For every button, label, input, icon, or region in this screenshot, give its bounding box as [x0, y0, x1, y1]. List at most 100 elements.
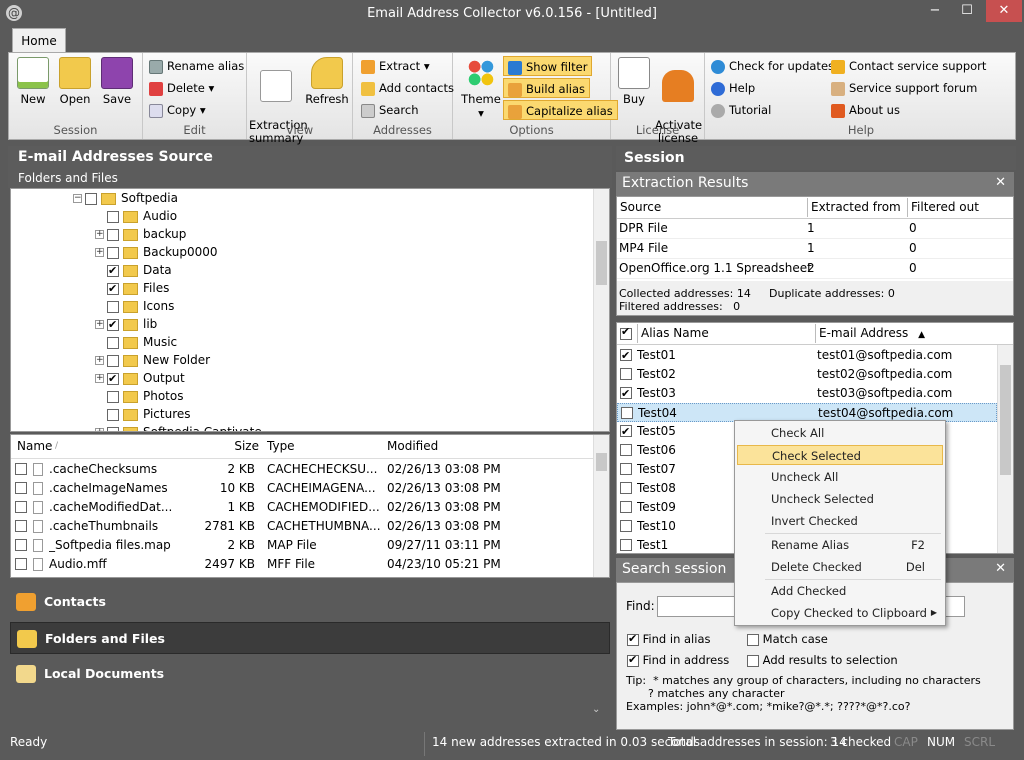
alias-checkbox[interactable] — [620, 501, 632, 513]
find-in-alias-option[interactable]: Find in alias — [627, 631, 711, 647]
tree-item[interactable]: + lib — [95, 315, 157, 334]
menu-invert-checked[interactable]: Invert Checked — [737, 511, 943, 531]
alias-checkbox[interactable] — [620, 422, 632, 441]
alias-checkbox[interactable] — [620, 539, 632, 551]
expander-icon[interactable]: + — [95, 248, 104, 257]
find-in-address-checkbox[interactable] — [627, 652, 639, 668]
theme-button[interactable]: Theme ▾ — [461, 57, 501, 120]
folder-tree[interactable]: − Softpedia Audio + backup + Backup0000 Data Fil… — [10, 188, 610, 432]
alias-checkbox[interactable] — [620, 463, 632, 475]
tree-checkbox[interactable] — [107, 316, 119, 334]
file-row[interactable]: _Softpedia files.map 2 KB MAP File 09/27/11… — [11, 536, 595, 555]
alias-scrollbar[interactable] — [997, 345, 1013, 553]
expander-icon[interactable]: + — [95, 230, 104, 239]
menu-uncheck-selected[interactable]: Uncheck Selected — [737, 489, 943, 509]
chevron-down-icon[interactable]: ⌄ — [592, 704, 600, 715]
file-checkbox[interactable] — [15, 539, 27, 551]
tree-checkbox[interactable] — [107, 426, 119, 431]
file-checkbox[interactable] — [15, 501, 27, 513]
tutorial-button[interactable]: Tutorial — [711, 100, 771, 120]
file-list[interactable]: Name / Size Type Modified .cacheChecksum… — [10, 434, 610, 578]
tree-item[interactable]: + Output — [95, 369, 185, 388]
file-row[interactable]: Audio.mff 2497 KB MFF File 04/23/10 05:21 P… — [11, 555, 595, 574]
file-row[interactable]: .cacheImageNames 10 KB CACHEIMAGENA... 02/2… — [11, 479, 595, 498]
alias-checkbox[interactable] — [620, 346, 632, 365]
buy-button[interactable]: Buy — [617, 57, 651, 106]
search-button[interactable]: Search — [361, 100, 419, 120]
delete-button[interactable]: Delete ▾ — [149, 78, 214, 98]
menu-uncheck-all[interactable]: Uncheck All — [737, 467, 943, 487]
column-modified[interactable]: Modified — [387, 437, 438, 456]
tab-home[interactable]: Home — [12, 28, 66, 53]
expander-icon[interactable]: + — [95, 356, 104, 365]
capitalize-alias-toggle[interactable]: Capitalize alias — [503, 100, 618, 120]
column-alias-name[interactable]: Alias Name — [637, 324, 709, 343]
help-button[interactable]: Help — [711, 78, 755, 98]
tree-item[interactable]: + New Folder — [95, 351, 210, 369]
file-checkbox[interactable] — [15, 463, 27, 475]
column-size[interactable]: Size — [201, 437, 259, 456]
nav-contacts[interactable]: Contacts — [10, 586, 610, 618]
tree-item[interactable]: Photos — [95, 387, 183, 405]
menu-check-all[interactable]: Check All — [737, 423, 943, 443]
column-email-address[interactable]: E-mail Address ▲ — [815, 324, 995, 343]
about-button[interactable]: About us — [831, 100, 900, 120]
tree-checkbox[interactable] — [107, 262, 119, 280]
menu-rename-alias[interactable]: Rename Alias F2 — [737, 535, 943, 555]
tree-checkbox[interactable] — [107, 228, 119, 241]
copy-button[interactable]: Copy ▾ — [149, 100, 206, 120]
show-filter-toggle[interactable]: Show filter — [503, 56, 593, 76]
expander-icon[interactable]: + — [95, 320, 104, 329]
column-filtered-out[interactable]: Filtered out — [907, 198, 979, 217]
tree-item[interactable]: Music — [95, 333, 177, 351]
match-case-option[interactable]: Match case — [747, 631, 828, 647]
tree-item[interactable]: Audio — [95, 207, 177, 225]
tree-item[interactable]: + Softpedia Captivate — [95, 423, 262, 431]
tree-item[interactable]: + backup — [95, 225, 186, 243]
refresh-button[interactable]: Refresh — [305, 57, 349, 106]
nav-local-documents[interactable]: Local Documents — [10, 658, 610, 690]
match-case-checkbox[interactable] — [747, 633, 759, 646]
file-checkbox[interactable] — [15, 520, 27, 532]
find-in-address-option[interactable]: Find in address — [627, 652, 729, 668]
close-icon[interactable]: ✕ — [995, 561, 1006, 576]
save-button[interactable]: Save — [99, 57, 135, 106]
column-name[interactable]: Name — [17, 437, 52, 456]
contact-support-button[interactable]: Contact service support — [831, 56, 986, 76]
rename-alias-button[interactable]: Rename alias — [149, 56, 244, 76]
alias-checkbox[interactable] — [620, 444, 632, 456]
file-list-scrollbar[interactable] — [593, 435, 609, 577]
alias-row[interactable]: Test02 test02@softpedia.com — [617, 365, 997, 384]
tree-scroll-thumb[interactable] — [596, 241, 607, 285]
menu-add-checked[interactable]: Add Checked — [737, 581, 943, 601]
column-source[interactable]: Source — [620, 198, 661, 217]
alias-checkbox[interactable] — [620, 384, 632, 403]
tree-checkbox[interactable] — [107, 390, 119, 403]
alias-checkbox[interactable] — [620, 520, 632, 532]
file-row[interactable]: .cacheModifiedDat... 1 KB CACHEMODIFIED...… — [11, 498, 595, 517]
menu-delete-checked[interactable]: Delete Checked Del — [737, 557, 943, 577]
file-checkbox[interactable] — [15, 558, 27, 570]
menu-check-selected[interactable]: Check Selected — [737, 445, 943, 465]
build-alias-toggle[interactable]: Build alias — [503, 78, 590, 98]
alias-checkbox[interactable] — [620, 482, 632, 494]
tree-item[interactable]: − Softpedia — [73, 189, 178, 207]
add-contacts-button[interactable]: Add contacts — [361, 78, 454, 98]
tree-checkbox[interactable] — [107, 354, 119, 367]
close-button[interactable]: ✕ — [986, 0, 1022, 22]
tree-scrollbar[interactable] — [593, 189, 609, 431]
new-button[interactable]: New — [15, 57, 51, 106]
alias-row[interactable]: Test01 test01@softpedia.com — [617, 346, 997, 365]
file-row[interactable]: .cacheChecksums 2 KB CACHECHECKSU... 02/26/… — [11, 460, 595, 479]
file-row[interactable]: .cacheThumbnails 2781 KB CACHETHUMBNA... 02… — [11, 517, 595, 536]
column-extracted-from[interactable]: Extracted from — [807, 198, 901, 217]
tree-checkbox[interactable] — [85, 192, 97, 205]
tree-checkbox[interactable] — [107, 210, 119, 223]
extract-button[interactable]: Extract ▾ — [361, 56, 430, 76]
expander-icon[interactable]: + — [95, 428, 104, 431]
expander-icon[interactable]: + — [95, 374, 104, 383]
alias-checkbox[interactable] — [621, 407, 633, 419]
tree-checkbox[interactable] — [107, 336, 119, 349]
maximize-button[interactable]: ☐ — [952, 0, 982, 22]
tree-checkbox[interactable] — [107, 408, 119, 421]
